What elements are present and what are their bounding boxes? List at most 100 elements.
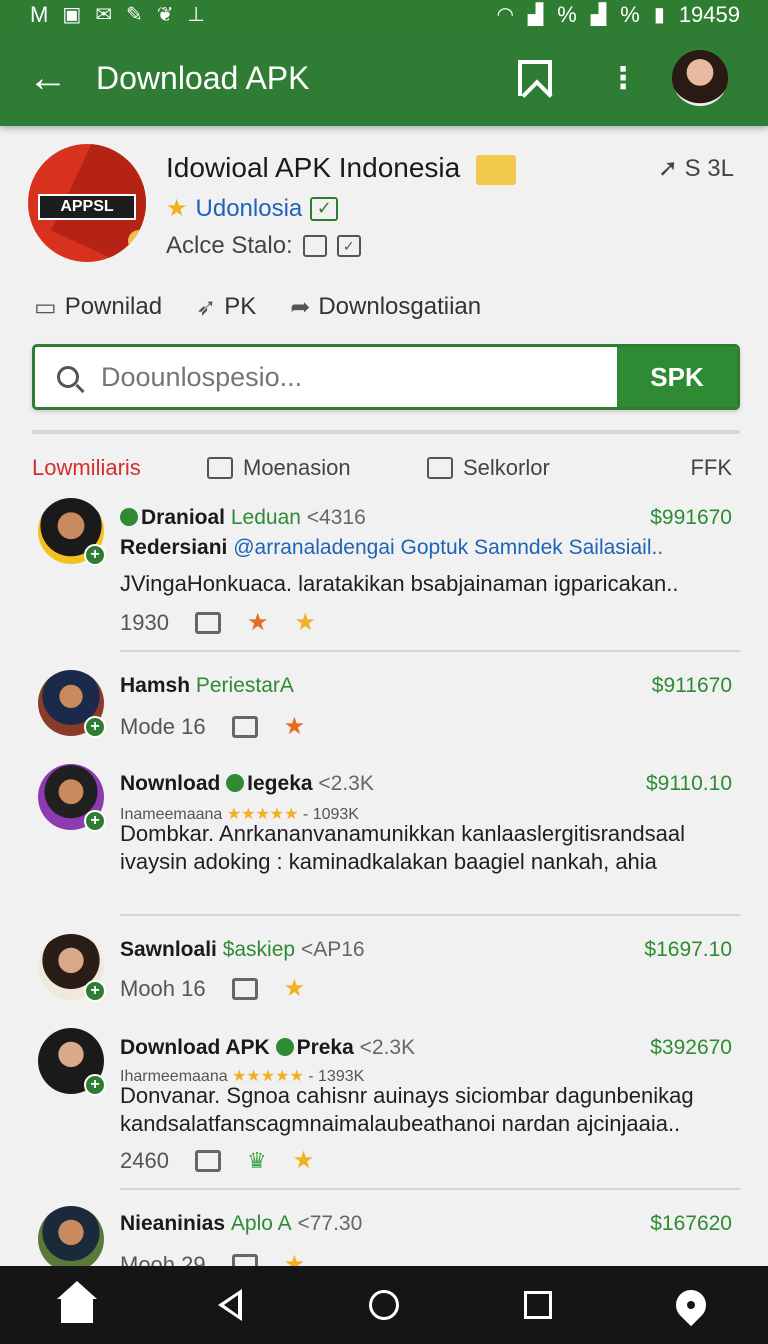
item-description: Dombkar. Anrkananvanamunikkan kanlaasler… — [120, 821, 685, 874]
item-description: Donvanar. Sgnoa cahisnr auinays siciomba… — [120, 1083, 694, 1136]
status-bar: M ▣ ✉ ✎ ❦ ⊥ ◠ ▟ % ▟ % ▮ 19459 — [0, 0, 768, 30]
back-icon[interactable] — [200, 1275, 260, 1335]
divider — [120, 914, 740, 916]
action-label: Pownilad — [64, 293, 163, 320]
list-item[interactable]: + Sawnloali $askiep <AP16 $1697.10 Mooh … — [0, 934, 768, 1024]
signal-icon-2: ▟ — [590, 4, 607, 26]
share-icon: ➚ — [657, 155, 678, 182]
star-icon[interactable]: ★ — [284, 712, 306, 741]
profile-avatar[interactable] — [672, 50, 728, 106]
avatar: + — [38, 1028, 106, 1096]
action-label: Downlosgatiian — [318, 293, 482, 320]
star-icon[interactable]: ★ — [247, 608, 269, 637]
item-stats: Mooh 16 ★ — [120, 974, 305, 1003]
tab-label: FFK — [690, 455, 732, 480]
more-options-icon[interactable]: ⋮ — [608, 61, 638, 96]
comment-icon — [207, 457, 233, 479]
comment-icon[interactable] — [231, 977, 258, 1000]
recents-icon[interactable] — [508, 1275, 568, 1335]
leaf-icon: ❦ — [156, 4, 174, 26]
comment-icon[interactable] — [302, 235, 327, 257]
share-arrow-icon: ➶ — [196, 293, 217, 321]
checkbox-icon[interactable]: ✓ — [336, 235, 361, 257]
forward-icon: ➦ — [290, 293, 311, 321]
comment-icon[interactable] — [194, 611, 221, 634]
comment-icon[interactable] — [194, 1149, 221, 1172]
list-item[interactable]: + Dranioal Leduan <4316 $991670 Redersia… — [0, 496, 768, 656]
crown-icon[interactable]: ♛ — [247, 1148, 267, 1174]
search-bar: SPK — [32, 344, 740, 410]
item-title: Hamsh PeriestarA — [120, 674, 294, 697]
search-button[interactable]: SPK — [617, 347, 737, 407]
item-price: $991670 — [650, 506, 732, 529]
battery-percent: % — [557, 2, 577, 27]
list-item[interactable]: Nieaninias Aplo A <77.30 $167620 Mooh 29… — [0, 1204, 768, 1266]
verified-icon — [120, 508, 138, 526]
image-icon: ▣ — [62, 4, 82, 26]
follow-icon[interactable]: + — [84, 810, 106, 832]
battery-icon: ▮ — [653, 4, 665, 26]
battery-percent-2: % — [620, 2, 640, 27]
action-download[interactable]: ▭ Pownilad — [34, 293, 162, 322]
comment-icon — [427, 457, 453, 479]
star-icon[interactable]: ★ — [284, 974, 306, 1003]
star-icon[interactable]: ★ — [293, 1146, 315, 1175]
avatar: + — [38, 934, 106, 1002]
tab-moenasion[interactable]: Moenasion — [207, 455, 427, 481]
stat-count: 1930 — [120, 609, 169, 635]
list-item[interactable]: + Download APK Preka <2.3K $392670 Iharm… — [0, 1026, 768, 1192]
action-share[interactable]: ➦ Downlosgatiian — [290, 293, 481, 322]
follow-icon[interactable]: + — [84, 1074, 106, 1096]
status-time: 19459 — [678, 2, 740, 27]
home-icon[interactable] — [47, 1275, 107, 1335]
tab-lowmiliaris[interactable]: Lowmiliaris — [32, 455, 207, 481]
avatar — [38, 1206, 104, 1266]
comment-icon[interactable] — [231, 715, 258, 738]
comment-icon[interactable] — [231, 1253, 258, 1266]
stat-count: 2460 — [120, 1147, 169, 1173]
item-stats: 1930 ★ ★ — [120, 608, 316, 637]
item-title: Download APK Preka <2.3K — [120, 1036, 416, 1059]
bookmark-icon[interactable] — [518, 60, 552, 96]
antenna-icon: ⊥ — [187, 4, 205, 26]
item-price: $392670 — [650, 1036, 732, 1059]
star-icon[interactable]: ★ — [284, 1250, 306, 1266]
app-logo-text: APPSL — [38, 194, 136, 220]
follow-icon[interactable]: + — [84, 716, 106, 738]
stat-count: Mode 16 — [120, 713, 206, 739]
list-item[interactable]: + Nownload Iegeka <2.3K $9110.10 Inameem… — [0, 764, 768, 920]
avatar: + — [38, 670, 106, 738]
app-header: APPSL Idowioal APK Indonesia ➚ S 3L ★ Ud… — [0, 140, 768, 270]
circle-home-icon[interactable] — [354, 1275, 414, 1335]
developer-name: Udonlosia — [195, 194, 303, 222]
share-count[interactable]: ➚ S 3L — [658, 154, 734, 183]
tab-bar: Lowmiliaris Moenasion Selkorlor FFK — [32, 448, 732, 488]
verified-icon — [275, 1038, 294, 1056]
tab-selkorlor[interactable]: Selkorlor — [427, 455, 677, 481]
star-icon[interactable]: ★ — [294, 608, 316, 637]
app-name-text: Idowioal APK Indonesia — [166, 152, 461, 183]
tab-ffk[interactable]: FFK — [690, 455, 732, 481]
item-handle[interactable]: Redersiani @arranaladengai Goptuk Samnde… — [120, 536, 663, 560]
follow-icon[interactable]: + — [84, 544, 106, 566]
app-subline: Aclce Stalo: ✓ — [166, 232, 361, 260]
list-item[interactable]: + Hamsh PeriestarA $911670 Mode 16 ★ — [0, 668, 768, 758]
developer-line[interactable]: ★ Udonlosia ✓ — [166, 194, 339, 223]
avatar: + — [38, 764, 106, 832]
search-input[interactable] — [101, 347, 617, 407]
back-arrow-icon[interactable]: ← — [0, 56, 96, 101]
share-count-text: S 3L — [684, 155, 734, 182]
tab-label: Moenasion — [243, 455, 351, 480]
divider — [120, 650, 740, 652]
item-price: $1697.10 — [644, 938, 732, 961]
follow-icon[interactable]: + — [84, 980, 106, 1002]
app-subline-text: Aclce Stalo: — [166, 232, 293, 259]
search-icon — [35, 347, 101, 407]
app-name: Idowioal APK Indonesia — [166, 152, 516, 185]
action-pk[interactable]: ➶ PK — [196, 293, 256, 322]
wifi-icon: ◠ — [496, 4, 514, 26]
location-icon[interactable] — [661, 1275, 721, 1335]
item-stats: 2460 ♛ ★ — [120, 1146, 314, 1175]
stat-count: Mooh 29 — [120, 1251, 206, 1267]
item-stats: Mooh 29 ★ — [120, 1250, 305, 1266]
